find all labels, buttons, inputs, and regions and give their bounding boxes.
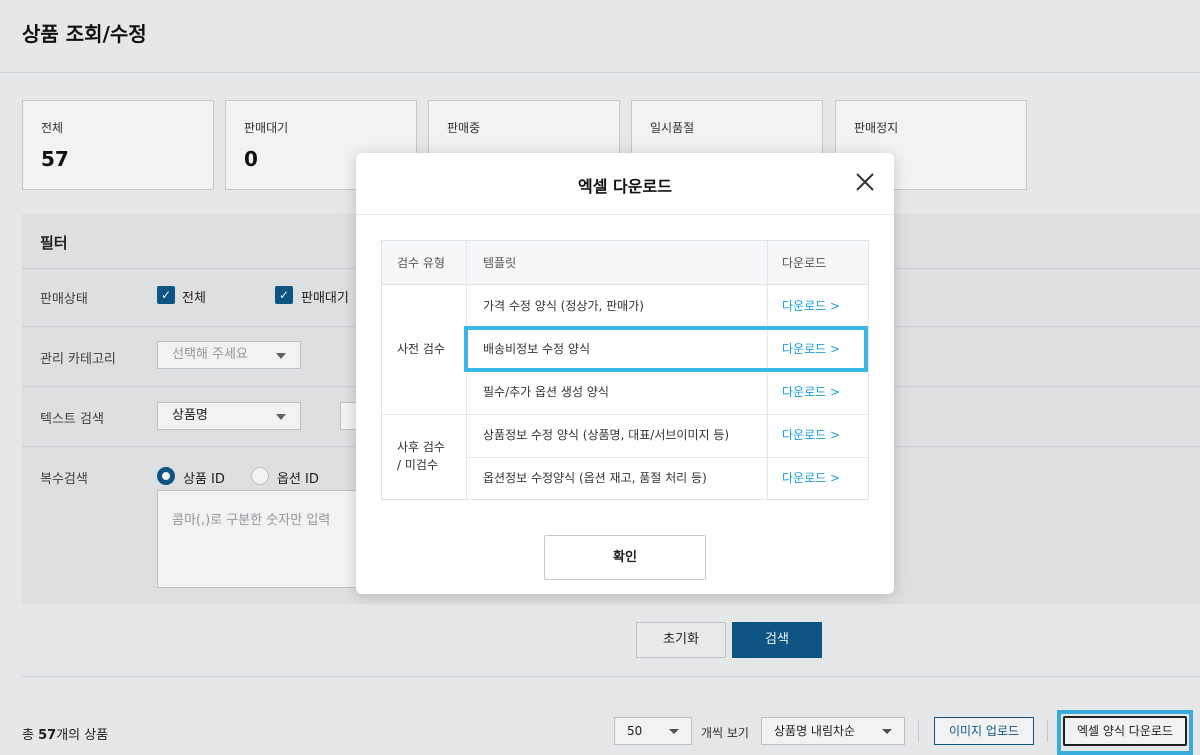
- template-name: 상품정보 수정 양식 (상품명, 대표/서브이미지 등): [483, 428, 730, 442]
- confirm-button[interactable]: 확인: [544, 535, 706, 580]
- template-name: 필수/추가 옵션 생성 양식: [483, 385, 609, 399]
- modal-title: 엑셀 다운로드: [578, 177, 672, 196]
- group-label-line2: / 미검수: [397, 458, 438, 472]
- modal-header-divider: [356, 214, 894, 215]
- download-link[interactable]: 다운로드 >: [782, 285, 840, 328]
- col-header-type: 검수 유형: [397, 241, 445, 285]
- group-label-pre-inspection: 사전 검수: [397, 342, 445, 356]
- group-label-post-inspection: 사후 검수 / 미검수: [397, 438, 445, 474]
- col-header-template: 템플릿: [483, 241, 517, 285]
- download-link[interactable]: 다운로드 >: [782, 414, 840, 457]
- row-highlight: [464, 326, 868, 372]
- template-name: 가격 수정 양식 (정상가, 판매가): [483, 299, 644, 313]
- template-name: 옵션정보 수정양식 (옵션 재고, 품절 처리 등): [483, 471, 707, 485]
- excel-download-modal: 엑셀 다운로드 검수 유형 템플릿 다운로드 사전 검수 사후 검수 / 미검수 …: [356, 153, 894, 594]
- download-link[interactable]: 다운로드 >: [782, 371, 840, 414]
- close-icon[interactable]: [854, 171, 876, 193]
- col-header-download: 다운로드: [782, 241, 827, 285]
- download-link[interactable]: 다운로드 >: [782, 457, 840, 500]
- group-label-line1: 사후 검수: [397, 440, 445, 454]
